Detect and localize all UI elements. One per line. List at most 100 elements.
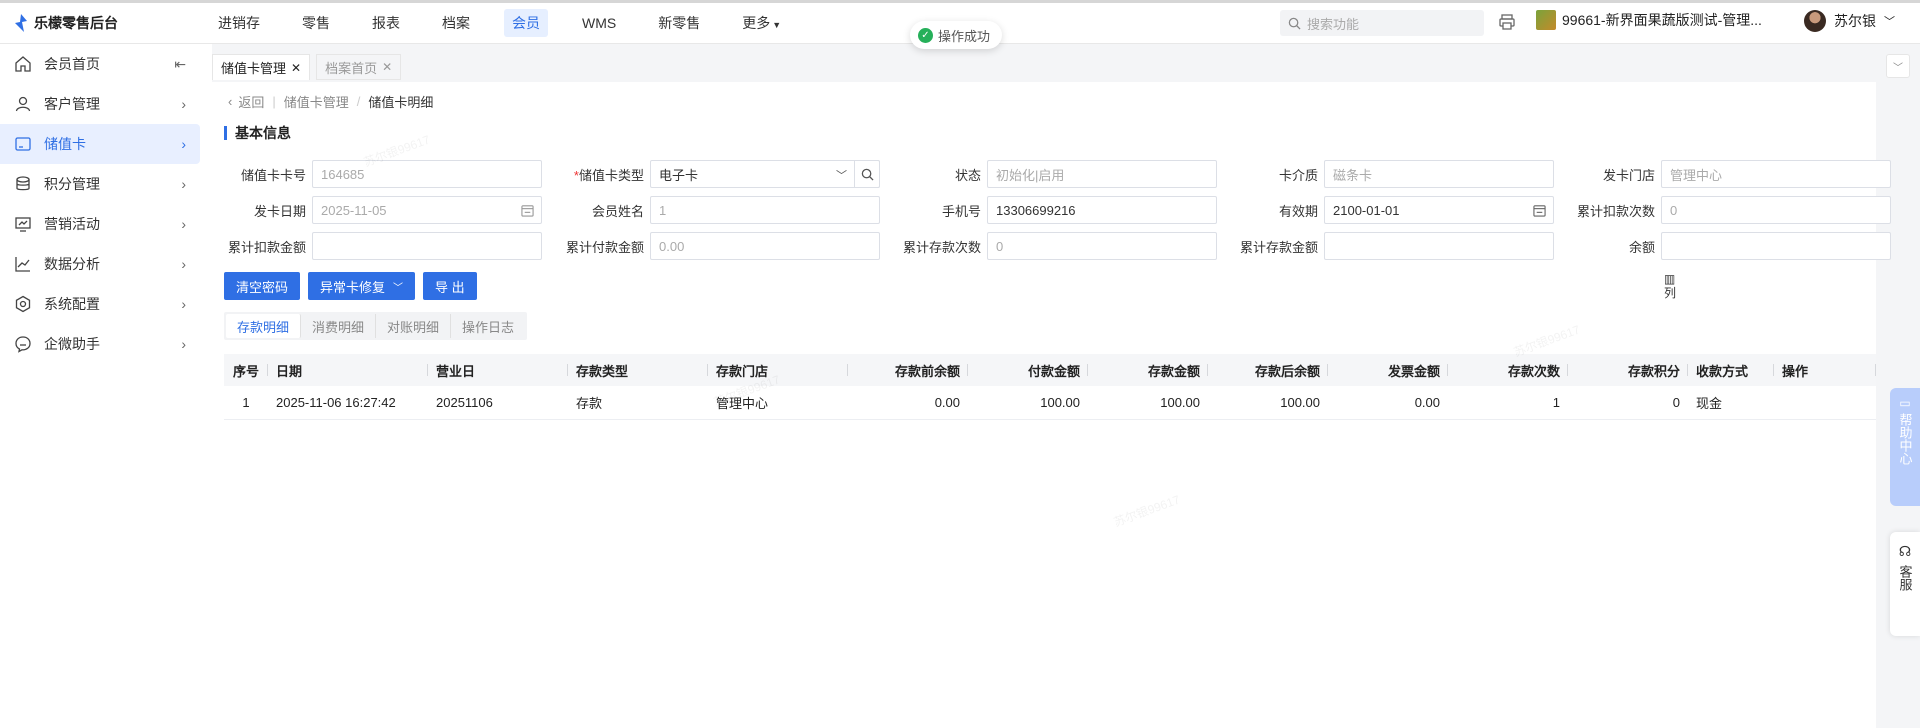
nav-inventory[interactable]: 进销存 — [210, 9, 268, 37]
valid-until-value: 2100-01-01 — [1333, 202, 1400, 218]
logo-icon — [15, 14, 27, 32]
tab-label: 储值卡管理 — [221, 61, 287, 76]
table-cell: 0.00 — [1414, 395, 1440, 410]
issue-store-input[interactable]: 管理中心 — [1661, 160, 1891, 188]
chevron-down-icon: ﹀ — [393, 282, 404, 294]
field-label: 余额 — [1628, 239, 1655, 255]
column-header[interactable]: 操作 — [1774, 354, 1876, 386]
pay-amount-input[interactable]: 0.00 — [650, 232, 880, 260]
medium-input[interactable]: 磁条卡 — [1324, 160, 1554, 188]
tab-operation-log[interactable]: 操作日志 — [451, 314, 525, 338]
column-header[interactable]: 付款金额 — [968, 354, 1088, 386]
column-settings-button[interactable]: ▥ 列 — [1664, 272, 1676, 332]
nav-archive[interactable]: 档案 — [434, 9, 478, 37]
chevron-right-icon: › — [181, 216, 186, 232]
column-header[interactable]: 存款前余额 — [848, 354, 968, 386]
member-name-input[interactable]: 1 — [650, 196, 880, 224]
column-header[interactable]: 发票金额 — [1328, 354, 1448, 386]
column-header[interactable]: 存款类型 — [568, 354, 708, 386]
deduct-amount-input[interactable] — [312, 232, 542, 260]
nav-retail[interactable]: 零售 — [294, 9, 338, 37]
card-type-search-button[interactable] — [854, 160, 880, 188]
sidebar-item-marketing[interactable]: 营销活动 › — [0, 204, 200, 244]
column-header[interactable]: 存款积分 — [1568, 354, 1688, 386]
sidebar-item-stored-value-card[interactable]: 储值卡 › — [0, 124, 200, 164]
tab-reconciliation-detail[interactable]: 对账明细 — [376, 314, 452, 338]
nav-more[interactable]: 更多 ▼ — [734, 9, 789, 37]
table-cell: 0 — [1672, 395, 1680, 410]
member-name-field: 会员姓名 1 — [558, 196, 880, 224]
column-header[interactable]: 营业日 — [428, 354, 568, 386]
column-header[interactable]: 存款后余额 — [1208, 354, 1328, 386]
table-row[interactable]: 1 2025-11-06 16:27:42 20251106 存款 管理中心 0… — [224, 386, 1876, 420]
column-header[interactable]: 存款次数 — [1448, 354, 1568, 386]
column-header[interactable]: 存款门店 — [708, 354, 848, 386]
close-icon[interactable]: ✕ — [382, 60, 392, 74]
gear-icon — [15, 295, 31, 313]
field-label: 发卡日期 — [253, 203, 306, 219]
breadcrumb-parent[interactable]: 储值卡管理 — [284, 92, 349, 111]
deduct-amount-field: 累计扣款金额 — [220, 232, 542, 260]
card-type-select[interactable]: 电子卡 ﹀ — [650, 160, 880, 188]
issue-date-input[interactable]: 2025-11-05 — [312, 196, 542, 224]
field-label: 发卡门店 — [1602, 167, 1655, 183]
app-logo[interactable]: 乐檬零售后台 — [0, 13, 210, 33]
tab-archive-home[interactable]: 档案首页 ✕ — [316, 54, 402, 80]
column-header[interactable]: 序号 — [224, 354, 268, 386]
tabs-dropdown-button[interactable]: ﹀ — [1886, 54, 1910, 78]
nav-member[interactable]: 会员 — [504, 9, 548, 37]
back-link[interactable]: 返回 — [238, 92, 264, 111]
nav-reports[interactable]: 报表 — [364, 9, 408, 37]
sidebar-item-label: 营销活动 — [44, 216, 100, 232]
close-icon[interactable]: ✕ — [291, 61, 301, 75]
nav-wms[interactable]: WMS — [574, 11, 624, 35]
store-switcher[interactable]: 99661-新界面果蔬版测试-管理... — [1536, 10, 1762, 30]
watermark: 苏尔银99617 — [1111, 492, 1182, 530]
phone-field: 手机号 13306699216 — [895, 196, 1217, 224]
chevron-right-icon: › — [181, 336, 186, 352]
collapse-sidebar-icon[interactable]: ⇤ — [174, 56, 186, 73]
column-header[interactable]: 存款金额 — [1088, 354, 1208, 386]
tab-consumption-detail[interactable]: 消费明细 — [301, 314, 377, 338]
valid-until-input[interactable]: 2100-01-01 — [1324, 196, 1554, 224]
sidebar-item-customers[interactable]: 客户管理 › — [0, 84, 200, 124]
field-label: 手机号 — [941, 203, 981, 219]
user-menu[interactable]: 苏尔银 ﹀ — [1804, 10, 1895, 32]
sidebar-item-points[interactable]: 积分管理 › — [0, 164, 200, 204]
column-header[interactable]: 日期 — [268, 354, 428, 386]
column-header[interactable]: 收款方式 — [1688, 354, 1774, 386]
sidebar-item-analytics[interactable]: 数据分析 › — [0, 244, 200, 284]
table-cell: 2025-11-06 16:27:42 — [276, 395, 396, 410]
sidebar-item-settings[interactable]: 系统配置 › — [0, 284, 200, 324]
phone-input[interactable]: 13306699216 — [987, 196, 1217, 224]
help-center-button[interactable]: ▭ 帮助中心 — [1890, 388, 1920, 506]
chevron-right-icon: › — [181, 96, 186, 112]
chevron-right-icon: › — [181, 256, 186, 272]
repair-card-button[interactable]: 异常卡修复 ﹀ — [308, 272, 416, 300]
tab-stored-value-card-management[interactable]: 储值卡管理 ✕ — [212, 54, 311, 80]
sidebar-item-member-home[interactable]: 会员首页 ⇤ — [0, 44, 200, 84]
medium-field: 卡介质 磁条卡 — [1232, 160, 1554, 188]
deposit-count-input[interactable]: 0 — [987, 232, 1217, 260]
message-icon: ▭ — [1899, 396, 1911, 410]
sidebar: 会员首页 ⇤ 客户管理 › 储值卡 › 积分管理 › 营销活动 › 数据分析 ›… — [0, 44, 212, 728]
search-input[interactable]: 搜索功能 — [1280, 10, 1484, 36]
nav-new-retail[interactable]: 新零售 — [650, 9, 708, 37]
card-type-field: *储值卡类型 电子卡 ﹀ — [558, 160, 880, 188]
page-tabs: 储值卡管理 ✕ 档案首页 ✕ ﹀ — [212, 52, 1920, 80]
balance-input[interactable] — [1661, 232, 1891, 260]
customer-service-button[interactable]: ☊ 客服 — [1890, 532, 1920, 636]
user-icon — [15, 96, 31, 112]
export-button[interactable]: 导 出 — [423, 272, 477, 300]
chevron-right-icon: › — [181, 296, 186, 312]
printer-icon[interactable] — [1498, 13, 1516, 31]
chevron-left-icon[interactable]: ‹ — [228, 94, 232, 109]
clear-password-button[interactable]: 清空密码 — [224, 272, 301, 300]
card-no-input[interactable]: 164685 — [312, 160, 542, 188]
deduct-count-input[interactable]: 0 — [1661, 196, 1891, 224]
status-input[interactable]: 初始化|启用 — [987, 160, 1217, 188]
deposit-amount-input[interactable] — [1324, 232, 1554, 260]
table-cell — [1774, 386, 1876, 419]
sidebar-item-wecom-assistant[interactable]: 企微助手 › — [0, 324, 200, 364]
tab-deposit-detail[interactable]: 存款明细 — [226, 314, 302, 338]
